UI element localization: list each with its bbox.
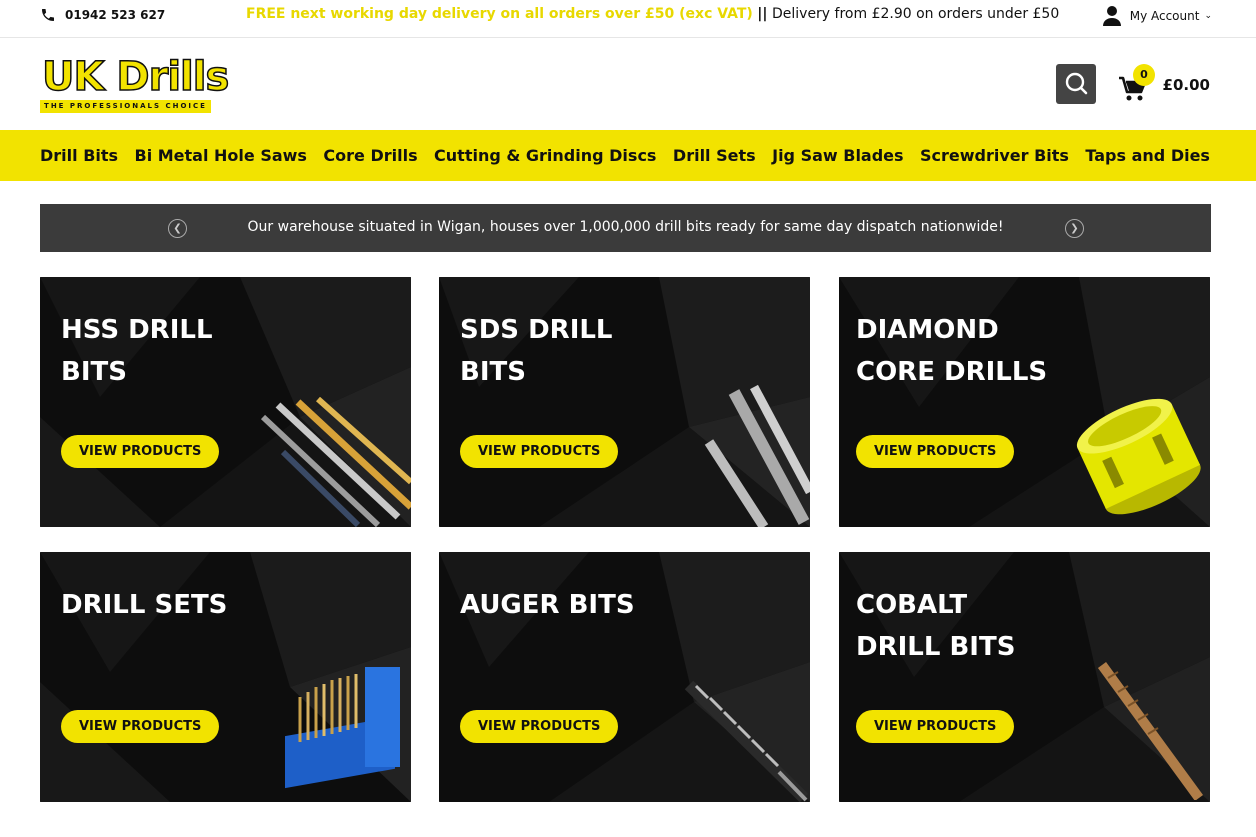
view-products-button[interactable]: VIEW PRODUCTS	[856, 435, 1015, 468]
view-products-button[interactable]: VIEW PRODUCTS	[61, 710, 220, 743]
card-title-line-1: DIAMOND	[856, 315, 999, 345]
user-icon	[1102, 6, 1121, 26]
nav-item-drill-sets[interactable]: Drill Sets	[673, 146, 756, 165]
search-button[interactable]	[1056, 64, 1096, 104]
card-title: AUGER BITS	[460, 584, 635, 626]
phone-contact[interactable]: 01942 523 627	[40, 7, 165, 23]
hss-drill-bits-image	[260, 397, 411, 527]
view-products-button[interactable]: VIEW PRODUCTS	[856, 710, 1015, 743]
promo-highlight: FREE next working day delivery on all or…	[246, 6, 753, 22]
chevron-down-icon: ⌄	[1204, 11, 1212, 21]
card-title-line-2: BITS	[61, 357, 127, 387]
category-card-diamond-core-drills[interactable]: DIAMOND CORE DRILLS VIEW PRODUCTS	[839, 277, 1210, 527]
card-title-line-1: DRILL SETS	[61, 590, 228, 620]
top-bar: 01942 523 627 FREE next working day deli…	[0, 0, 1256, 38]
diamond-core-drill-image	[1076, 398, 1201, 515]
nav-item-core-drills[interactable]: Core Drills	[323, 146, 417, 165]
card-title-line-1: SDS DRILL	[460, 315, 613, 345]
chevron-right-icon[interactable]: ❯	[1065, 219, 1084, 238]
cart-count-badge: 0	[1133, 64, 1155, 86]
main-navigation: Drill Bits Bi Metal Hole Saws Core Drill…	[0, 130, 1256, 181]
nav-item-bi-metal-hole-saws[interactable]: Bi Metal Hole Saws	[135, 146, 307, 165]
delivery-promo: FREE next working day delivery on all or…	[246, 6, 1059, 22]
cobalt-drill-bit-image	[1097, 662, 1204, 800]
category-card-drill-sets[interactable]: DRILL SETS VIEW PRODUCTS	[40, 552, 411, 802]
promo-separator: ||	[757, 6, 768, 22]
nav-item-jig-saw-blades[interactable]: Jig Saw Blades	[772, 146, 903, 165]
info-banner: ❮ Our warehouse situated in Wigan, house…	[40, 204, 1211, 252]
view-products-button[interactable]: VIEW PRODUCTS	[460, 710, 619, 743]
card-title: COBALT DRILL BITS	[856, 584, 1015, 668]
cart-total[interactable]: £0.00	[1163, 76, 1210, 94]
nav-item-taps-and-dies[interactable]: Taps and Dies	[1085, 146, 1210, 165]
nav-item-drill-bits[interactable]: Drill Bits	[40, 146, 118, 165]
category-card-auger-bits[interactable]: AUGER BITS VIEW PRODUCTS	[439, 552, 810, 802]
card-title-line-1: COBALT	[856, 590, 968, 620]
my-account-menu[interactable]: My Account ⌄	[1102, 5, 1212, 27]
auger-bit-image	[684, 680, 809, 802]
category-card-hss-drill-bits[interactable]: HSS DRILL BITS VIEW PRODUCTS	[40, 277, 411, 527]
category-card-cobalt-drill-bits[interactable]: COBALT DRILL BITS VIEW PRODUCTS	[839, 552, 1210, 802]
card-title-line-2: BITS	[460, 357, 526, 387]
site-header: UK Drills THE PROFESSIONALS CHOICE 0 £0.…	[0, 38, 1256, 130]
nav-item-cutting-grinding-discs[interactable]: Cutting & Grinding Discs	[434, 146, 656, 165]
logo-tagline: THE PROFESSIONALS CHOICE	[40, 100, 211, 113]
site-logo[interactable]: UK Drills THE PROFESSIONALS CHOICE	[40, 53, 230, 114]
nav-item-screwdriver-bits[interactable]: Screwdriver Bits	[920, 146, 1069, 165]
category-card-sds-drill-bits[interactable]: SDS DRILL BITS VIEW PRODUCTS	[439, 277, 810, 527]
card-title: DRILL SETS	[61, 584, 227, 626]
promo-rest: Delivery from £2.90 on orders under £50	[771, 6, 1060, 22]
view-products-button[interactable]: VIEW PRODUCTS	[61, 435, 220, 468]
card-title: DIAMOND CORE DRILLS	[856, 309, 1047, 393]
card-title-line-2: CORE DRILLS	[856, 357, 1048, 387]
card-title-line-1: HSS DRILL	[61, 315, 213, 345]
phone-icon	[42, 9, 54, 21]
sds-drill-bits-image	[704, 384, 810, 527]
card-title: SDS DRILL BITS	[460, 309, 613, 393]
view-products-button[interactable]: VIEW PRODUCTS	[460, 435, 619, 468]
drill-set-case-image	[285, 667, 400, 789]
logo-wordmark: UK Drills	[41, 53, 230, 101]
account-label: My Account	[1129, 9, 1200, 23]
phone-number: 01942 523 627	[65, 8, 166, 22]
card-title: HSS DRILL BITS	[61, 309, 213, 393]
card-title-line-2: DRILL BITS	[856, 632, 1016, 662]
banner-text: Our warehouse situated in Wigan, houses …	[247, 219, 1004, 235]
card-title-line-1: AUGER BITS	[460, 590, 635, 620]
search-icon	[1065, 72, 1088, 95]
